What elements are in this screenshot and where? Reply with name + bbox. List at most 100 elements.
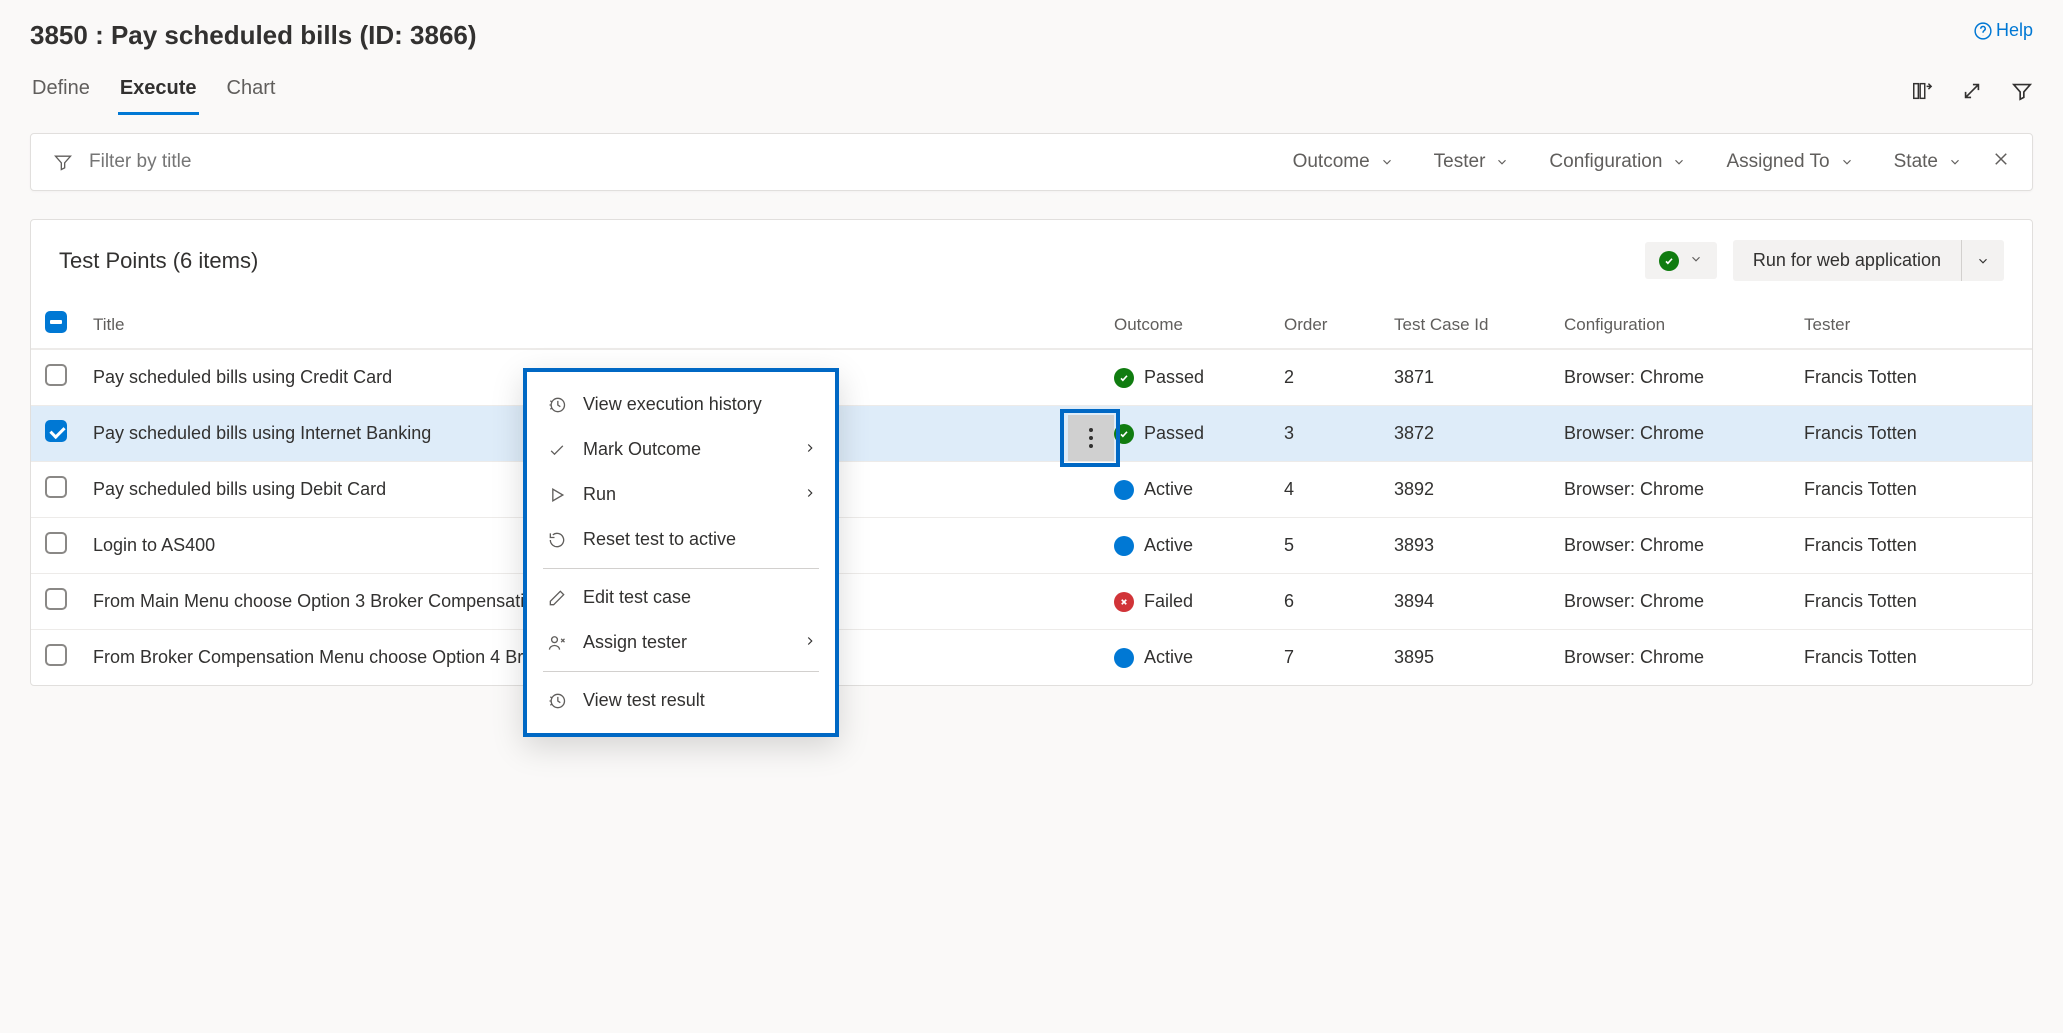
row-title: Login to AS400 <box>93 535 215 556</box>
row-order: 5 <box>1284 535 1394 556</box>
table-row[interactable]: Pay scheduled bills using Credit CardPas… <box>31 349 2032 405</box>
filter-chip-tester[interactable]: Tester <box>1434 151 1510 173</box>
table-row[interactable]: Login to AS400Active53893Browser: Chrome… <box>31 517 2032 573</box>
col-order[interactable]: Order <box>1284 315 1394 335</box>
panel-title: Test Points (6 items) <box>59 248 258 274</box>
menu-item-run[interactable]: Run <box>527 472 835 517</box>
filter-icon[interactable] <box>2011 80 2033 107</box>
row-tester: Francis Totten <box>1804 423 2004 444</box>
table-row[interactable]: Pay scheduled bills using Debit CardActi… <box>31 461 2032 517</box>
filter-bar: Outcome Tester Configuration Assigned To Sta… <box>30 133 2033 191</box>
row-outcome: Active <box>1144 479 1193 500</box>
row-checkbox[interactable] <box>45 588 67 610</box>
row-outcome: Active <box>1144 535 1193 556</box>
row-config: Browser: Chrome <box>1564 367 1804 388</box>
fullscreen-icon[interactable] <box>1961 80 1983 107</box>
menu-item-label: View execution history <box>583 394 762 415</box>
row-config: Browser: Chrome <box>1564 591 1804 612</box>
help-link[interactable]: Help <box>1974 20 2033 41</box>
check-circle-icon <box>1659 251 1679 271</box>
tab-chart[interactable]: Chart <box>225 71 278 115</box>
chevron-down-icon <box>1495 155 1509 169</box>
col-caseid[interactable]: Test Case Id <box>1394 315 1564 335</box>
menu-divider <box>543 671 819 672</box>
active-icon <box>1114 480 1134 500</box>
menu-item-view-test-result[interactable]: View test result <box>527 678 835 723</box>
menu-item-reset-test-to-active[interactable]: Reset test to active <box>527 517 835 562</box>
col-config[interactable]: Configuration <box>1564 315 1804 335</box>
failed-icon <box>1114 592 1134 612</box>
reset-icon <box>547 530 567 550</box>
row-order: 3 <box>1284 423 1394 444</box>
row-checkbox[interactable] <box>45 532 67 554</box>
row-tester: Francis Totten <box>1804 367 2004 388</box>
column-options-icon[interactable] <box>1911 80 1933 107</box>
row-checkbox[interactable] <box>45 420 67 442</box>
page-title: 3850 : Pay scheduled bills (ID: 3866) <box>30 20 477 51</box>
chevron-right-icon <box>803 632 817 653</box>
more-actions-button[interactable] <box>1068 415 1114 461</box>
menu-divider <box>543 568 819 569</box>
mark-outcome-button[interactable] <box>1645 242 1717 279</box>
row-title: Pay scheduled bills using Credit Card <box>93 367 392 388</box>
check-icon <box>547 440 567 460</box>
row-title: Pay scheduled bills using Internet Banki… <box>93 423 431 444</box>
passed-icon <box>1114 424 1134 444</box>
row-checkbox[interactable] <box>45 476 67 498</box>
row-config: Browser: Chrome <box>1564 423 1804 444</box>
passed-icon <box>1114 368 1134 388</box>
filter-title-input[interactable] <box>87 150 1275 174</box>
row-caseid: 3895 <box>1394 647 1564 668</box>
row-checkbox[interactable] <box>45 364 67 386</box>
context-menu: View execution history Mark Outcome Run Res… <box>523 368 839 737</box>
menu-item-label: Run <box>583 484 616 505</box>
chevron-right-icon <box>803 484 817 505</box>
row-tester: Francis Totten <box>1804 647 2004 668</box>
menu-item-edit-test-case[interactable]: Edit test case <box>527 575 835 620</box>
select-all-checkbox[interactable] <box>45 311 67 333</box>
filter-chip-outcome[interactable]: Outcome <box>1293 151 1394 173</box>
row-outcome: Active <box>1144 647 1193 668</box>
menu-item-label: Mark Outcome <box>583 439 701 460</box>
row-title: From Broker Compensation Menu choose Opt… <box>93 647 523 668</box>
row-config: Browser: Chrome <box>1564 479 1804 500</box>
filter-chip-assigned-to[interactable]: Assigned To <box>1726 151 1853 173</box>
table-row[interactable]: Pay scheduled bills using Internet Banki… <box>31 405 2032 461</box>
row-checkbox[interactable] <box>45 644 67 666</box>
chevron-down-icon <box>1380 155 1394 169</box>
tab-execute[interactable]: Execute <box>118 71 199 115</box>
col-title[interactable]: Title <box>93 315 1114 335</box>
table-row[interactable]: From Main Menu choose Option 3 Broker Co… <box>31 573 2032 629</box>
chevron-down-icon <box>1840 155 1854 169</box>
active-icon <box>1114 648 1134 668</box>
table-row[interactable]: From Broker Compensation Menu choose Opt… <box>31 629 2032 685</box>
row-tester: Francis Totten <box>1804 591 2004 612</box>
menu-item-view-execution-history[interactable]: View execution history <box>527 382 835 427</box>
chevron-down-icon <box>1948 155 1962 169</box>
row-config: Browser: Chrome <box>1564 535 1804 556</box>
tab-define[interactable]: Define <box>30 71 92 115</box>
row-order: 6 <box>1284 591 1394 612</box>
row-title: From Main Menu choose Option 3 Broker Co… <box>93 591 524 612</box>
row-caseid: 3872 <box>1394 423 1564 444</box>
row-order: 2 <box>1284 367 1394 388</box>
run-web-button[interactable]: Run for web application <box>1733 240 1961 281</box>
menu-item-label: Assign tester <box>583 632 687 653</box>
col-outcome[interactable]: Outcome <box>1114 315 1284 335</box>
clear-filters-icon[interactable] <box>1992 150 2010 174</box>
chevron-down-icon <box>1689 250 1703 271</box>
filter-chip-state[interactable]: State <box>1894 151 1962 173</box>
chevron-down-icon <box>1672 155 1686 169</box>
col-tester[interactable]: Tester <box>1804 315 2004 335</box>
menu-item-assign-tester[interactable]: Assign tester <box>527 620 835 665</box>
row-order: 7 <box>1284 647 1394 668</box>
filter-chip-configuration[interactable]: Configuration <box>1549 151 1686 173</box>
filter-funnel-icon <box>53 152 73 172</box>
row-caseid: 3894 <box>1394 591 1564 612</box>
menu-item-label: Edit test case <box>583 587 691 608</box>
play-icon <box>547 485 567 505</box>
run-dropdown-button[interactable] <box>1961 240 2004 281</box>
active-icon <box>1114 536 1134 556</box>
menu-item-mark-outcome[interactable]: Mark Outcome <box>527 427 835 472</box>
row-caseid: 3871 <box>1394 367 1564 388</box>
